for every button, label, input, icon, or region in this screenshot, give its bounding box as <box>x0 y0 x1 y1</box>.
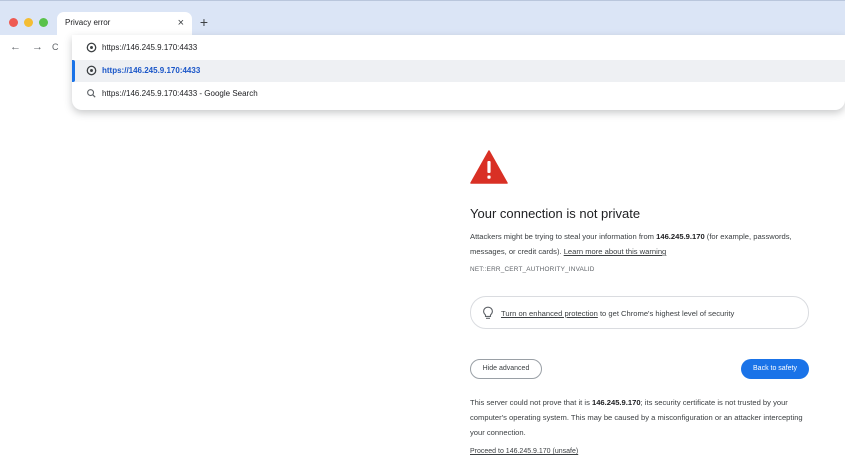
reload-button[interactable]: C <box>52 40 59 54</box>
lightbulb-icon <box>483 306 493 319</box>
tab-title: Privacy error <box>65 18 111 27</box>
description-text: Attackers might be trying to steal your … <box>470 232 657 241</box>
warning-triangle-icon <box>470 150 508 184</box>
address-bar[interactable]: https://146.245.9.170:4433 <box>72 37 845 59</box>
proceed-unsafe-link[interactable]: Proceed to 146.245.9.170 (unsafe) <box>470 448 578 455</box>
protection-message: Turn on enhanced protection to get Chrom… <box>501 309 734 318</box>
minimize-window-button[interactable] <box>24 18 33 27</box>
advanced-details: This server could not prove that it is 1… <box>470 395 815 440</box>
address-input[interactable]: https://146.245.9.170:4433 <box>102 43 197 52</box>
forward-button[interactable]: → <box>32 40 43 54</box>
close-window-button[interactable] <box>9 18 18 27</box>
protection-text: to get Chrome's highest level of securit… <box>597 309 735 318</box>
tab-close-icon[interactable]: × <box>178 16 184 30</box>
globe-icon <box>86 65 97 76</box>
warning-description: Attackers might be trying to steal your … <box>470 229 815 259</box>
omnibox-dropdown: https://146.245.9.170:4433 https://146.2… <box>72 35 845 110</box>
suggestion-text: https://146.245.9.170:4433 <box>102 66 201 75</box>
browser-titlebar: Privacy error × + <box>0 0 845 36</box>
details-text: This server could not prove that it is <box>470 398 592 407</box>
back-to-safety-button[interactable]: Back to safety <box>741 359 809 379</box>
window-controls <box>9 18 48 27</box>
error-code: NET::ERR_CERT_AUTHORITY_INVALID <box>470 266 595 273</box>
host-name: 146.245.9.170 <box>656 232 705 241</box>
search-icon <box>87 89 96 98</box>
enhanced-protection-link[interactable]: Turn on enhanced protection <box>501 309 598 318</box>
enhanced-protection-banner: Turn on enhanced protection to get Chrom… <box>470 296 809 329</box>
hide-advanced-button[interactable]: Hide advanced <box>470 359 542 379</box>
maximize-window-button[interactable] <box>39 18 48 27</box>
new-tab-button[interactable]: + <box>196 14 212 30</box>
page-title: Your connection is not private <box>470 206 641 221</box>
back-button[interactable]: ← <box>10 40 21 54</box>
omnibox-suggestion[interactable]: https://146.245.9.170:4433 <box>72 60 845 82</box>
tab-privacy-error[interactable]: Privacy error × <box>57 12 192 36</box>
site-info-icon[interactable] <box>86 42 97 53</box>
host-name: 146.245.9.170 <box>591 398 641 407</box>
learn-more-link[interactable]: Learn more about this warning <box>564 247 667 256</box>
omnibox-suggestion[interactable]: https://146.245.9.170:4433 - Google Sear… <box>72 83 845 105</box>
suggestion-text: https://146.245.9.170:4433 - Google Sear… <box>102 89 258 98</box>
